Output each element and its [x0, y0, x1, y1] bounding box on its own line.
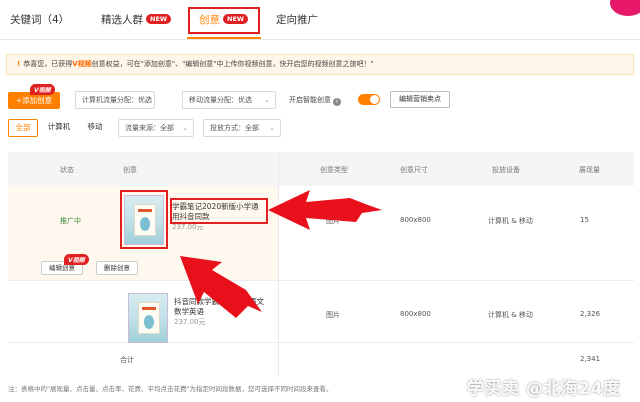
arrow-up-left-icon [180, 256, 262, 318]
annotation-arrows [180, 190, 382, 318]
arrow-right-icon [268, 190, 382, 230]
footnote: 注：表格中的"展现量、点击量、点击率、花费、平均点击花费"为指定时间段数据，您可… [8, 385, 333, 393]
watermark: 学买卖 @北海24度 [467, 379, 621, 399]
